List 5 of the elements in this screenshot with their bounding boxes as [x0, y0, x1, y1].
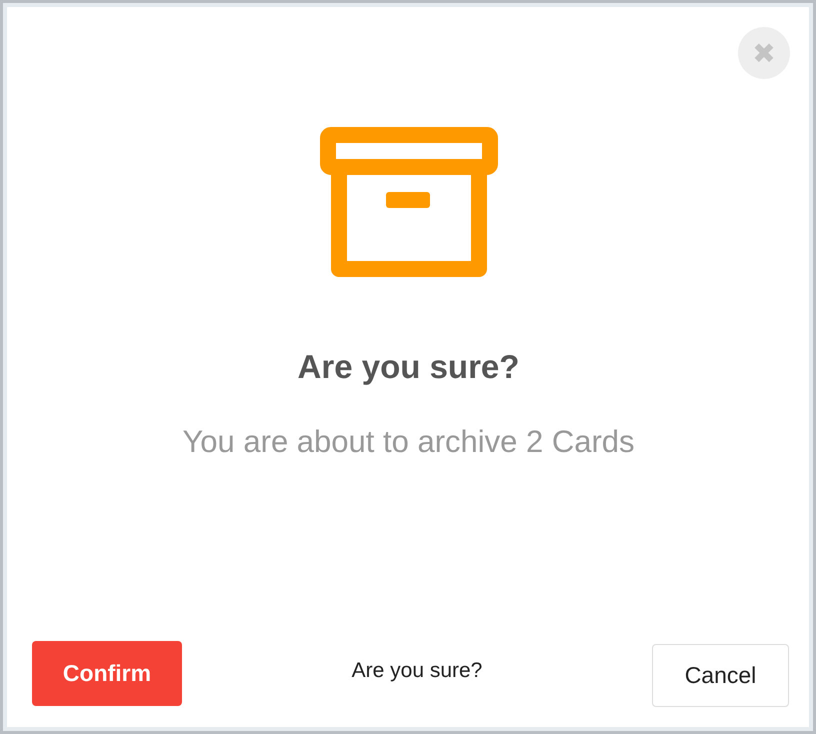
cancel-button[interactable]: Cancel [652, 644, 789, 707]
footer-note: Are you sure? [352, 658, 482, 682]
dialog-title: Are you sure? [298, 348, 520, 386]
dialog-message: You are about to archive 2 Cards [182, 424, 635, 460]
confirm-button[interactable]: Confirm [32, 641, 182, 706]
